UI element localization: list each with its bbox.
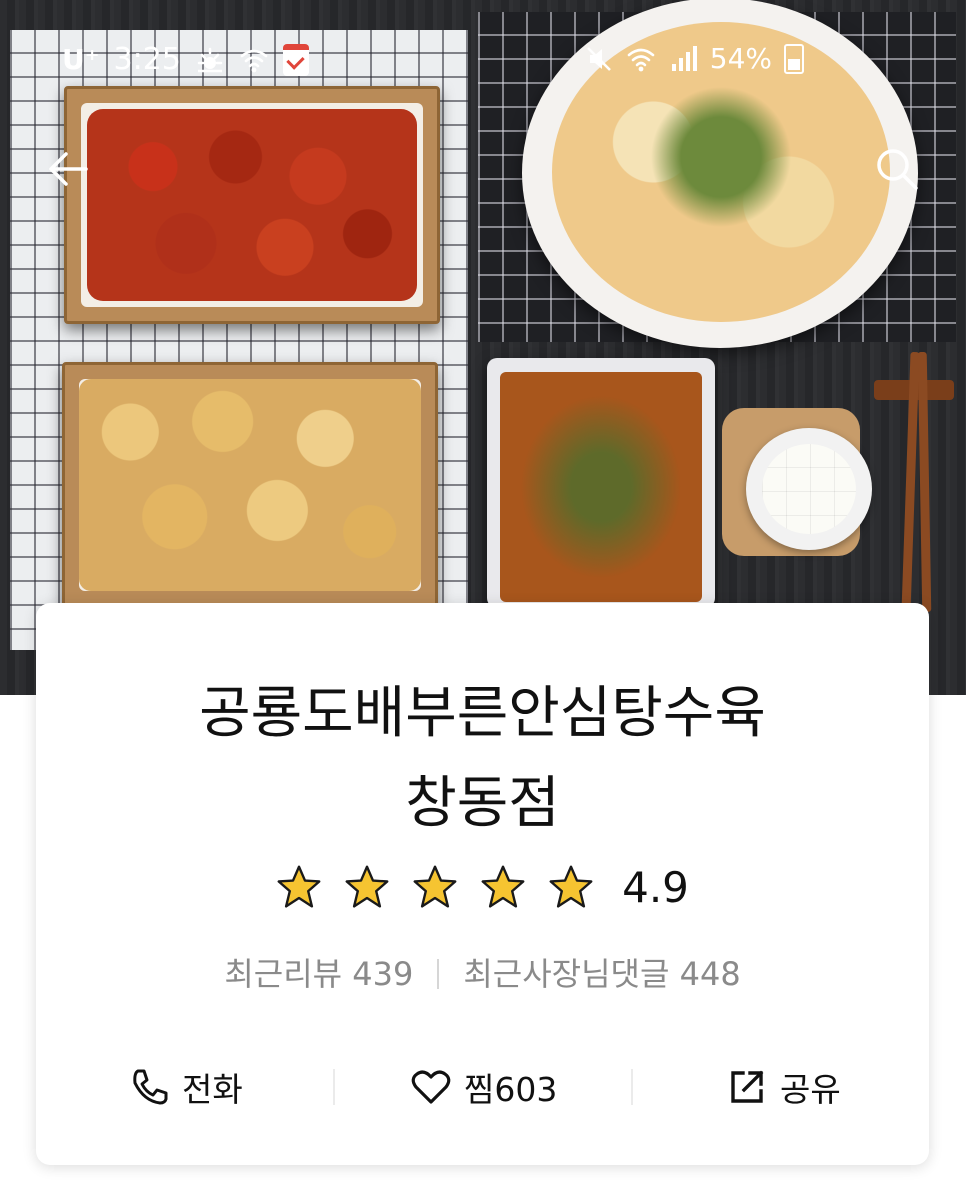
action-divider: [631, 1069, 633, 1105]
battery-icon: [784, 43, 804, 74]
star-icon: [413, 865, 457, 908]
action-bar: 전화 찜603 공유: [36, 1057, 929, 1117]
store-name-line1: 공룡도배부른안심탕수육: [199, 681, 766, 746]
recent-reviews-label: 최근리뷰: [224, 955, 343, 993]
share-icon: [731, 1070, 764, 1103]
like-label: 찜: [464, 1070, 495, 1109]
back-arrow-icon[interactable]: [44, 144, 94, 194]
action-divider: [333, 1069, 335, 1105]
mute-icon: [586, 46, 611, 71]
calendar-icon: [282, 43, 309, 76]
wifi-icon: [627, 48, 655, 71]
search-icon[interactable]: [872, 144, 922, 194]
store-name: 공룡도배부른안심탕수육 창동점: [36, 669, 929, 849]
like-button[interactable]: 찜603: [410, 1057, 557, 1117]
battery-percent: 54%: [709, 42, 772, 75]
star-icon: [345, 865, 389, 908]
weather-icon: [197, 47, 223, 72]
owner-replies-count: 448: [679, 955, 741, 993]
rating-row: 4.9: [36, 859, 929, 915]
owner-replies-label: 최근사장님댓글: [463, 955, 670, 993]
signal-icon: [671, 45, 697, 71]
heart-icon: [411, 1070, 451, 1104]
recent-reviews-count: 439: [352, 955, 414, 993]
share-label: 공유: [780, 1070, 841, 1109]
rating-value: 4.9: [622, 862, 689, 912]
star-icon: [481, 865, 525, 908]
recent-reviews[interactable]: 최근리뷰 439: [224, 955, 413, 993]
like-count: 603: [494, 1070, 558, 1109]
call-button[interactable]: 전화: [128, 1057, 243, 1117]
star-icon: [277, 865, 321, 908]
wifi-call-icon: [240, 49, 268, 72]
counts-divider: [437, 959, 440, 989]
phone-icon: [133, 1069, 168, 1105]
store-info-card: 공룡도배부른안심탕수육 창동점 4.9 최근리뷰 439 최근사장님댓글 448 …: [36, 603, 929, 1165]
call-label: 전화: [182, 1070, 243, 1109]
carrier-label: U⁺: [62, 43, 100, 76]
store-name-line2: 창동점: [405, 771, 560, 836]
star-icon: [549, 865, 593, 908]
clock: 3:25: [113, 42, 181, 77]
share-button[interactable]: 공유: [726, 1057, 841, 1117]
store-hero-photo: [0, 0, 966, 695]
review-counts: 최근리뷰 439 최근사장님댓글 448: [36, 949, 929, 995]
owner-replies[interactable]: 최근사장님댓글 448: [463, 955, 740, 993]
status-bar: U⁺ 3:25 54%: [0, 38, 966, 84]
